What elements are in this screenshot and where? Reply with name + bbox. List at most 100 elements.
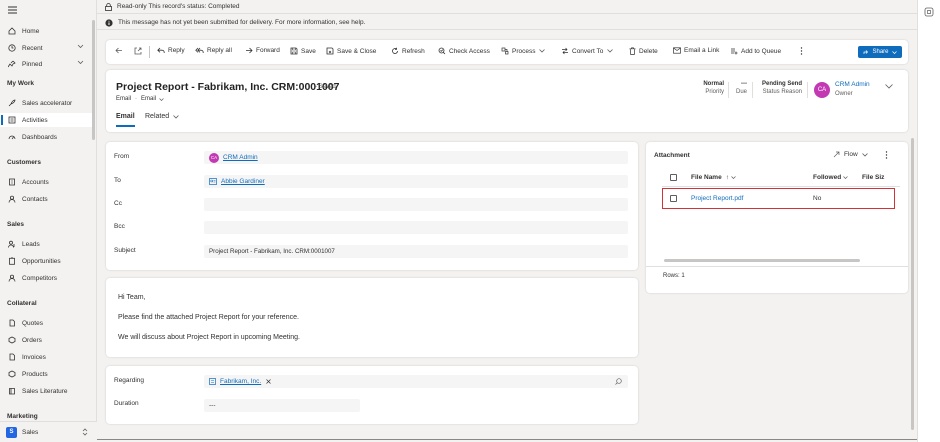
nav-group-title: My Work [7,80,34,87]
tab-email[interactable]: Email [116,113,135,127]
sidebar-item-activities[interactable]: Activities [0,113,92,127]
avatar: CA [814,82,830,98]
email-body-card[interactable]: Hi Team, Please find the attached Projec… [106,278,638,357]
chevron-down-icon [607,49,616,53]
sidebar-scrollbar[interactable] [92,20,95,140]
reply-button[interactable]: Reply [157,47,185,54]
info-banner: This message has not yet been submitted … [97,16,917,30]
separator [807,82,808,98]
home-icon [7,26,17,36]
refresh-button[interactable]: Refresh [391,47,425,55]
sidebar-item-competitors[interactable]: Competitors [0,271,92,285]
delete-label: Delete [639,47,658,55]
chevron-down-icon [731,176,736,179]
divider [646,266,908,267]
sidebar-item-invoices[interactable]: Invoices [0,350,92,364]
popout-icon [134,47,145,55]
duration-field[interactable]: --- [204,399,360,412]
column-header-file-name[interactable]: File Name ↑ [691,174,736,181]
delete-button[interactable]: Delete [629,47,658,55]
due-label: Due [735,89,747,95]
share-button[interactable]: Share [858,46,902,58]
save-close-button[interactable]: Save & Close [326,47,376,55]
reply-all-button[interactable]: Reply all [195,47,232,54]
back-button[interactable] [115,47,126,54]
sidebar-item-home[interactable]: Home [0,24,92,38]
building-icon [7,177,17,187]
email-link-label: Email a Link [684,47,720,54]
account-icon [209,378,216,385]
reply-all-icon [195,47,207,54]
body-line: We will discuss about Project Report in … [118,334,300,341]
nav-group-title: Customers [7,159,41,166]
hamburger-icon[interactable] [8,6,17,14]
regarding-link[interactable]: Fabrikam, Inc. [220,378,261,385]
priority-value: Normal [703,81,724,87]
header-expand-button[interactable] [885,84,893,89]
column-header-label: File Siz [862,174,885,181]
owner-label: Owner [835,91,853,97]
sidebar-item-orders[interactable]: Orders [0,333,92,347]
flow-icon [833,151,840,158]
sidebar-item-label: Recent [22,44,43,52]
sidebar-item-label: Products [22,370,48,378]
bcc-field[interactable] [204,221,628,234]
area-initial: S [6,426,17,438]
sidebar-item-opportunities[interactable]: Opportunities [0,254,92,268]
search-icon[interactable] [615,378,622,385]
from-field[interactable]: CA CRM Admin [204,151,628,164]
add-queue-button[interactable]: Add to Queue [730,47,781,55]
subject-field[interactable]: Project Report - Fabrikam, Inc. CRM:0001… [204,245,628,258]
column-header-file-size[interactable]: File Siz [862,174,884,181]
sidebar-item-recent[interactable]: Recent [0,41,92,55]
column-header-followed[interactable]: Followed [813,174,848,181]
refresh-label: Refresh [402,47,425,55]
convert-to-button[interactable]: Convert To [561,47,616,55]
check-access-button[interactable]: Check Access [438,47,490,55]
sidebar-item-label: Competitors [22,274,58,282]
process-icon [501,47,512,55]
forward-label: Forward [256,47,280,54]
status-field: Pending Send Status Reason [754,81,802,95]
copilot-icon[interactable] [924,7,934,17]
tab-related[interactable]: Related [145,113,179,120]
email-link-button[interactable]: Email a Link [673,47,719,54]
owner-link[interactable]: CRM Admin [835,81,870,88]
horizontal-scrollbar[interactable] [664,259,860,262]
attachment-title: Attachment [654,152,690,159]
clock-icon [7,43,17,53]
save-close-icon [326,47,337,55]
select-all-checkbox[interactable] [670,174,677,181]
sidebar-item-pinned[interactable]: Pinned [0,57,92,71]
popout-button[interactable] [134,47,145,55]
to-field[interactable]: Abbie Gardiner [204,175,628,188]
more-options-button[interactable] [885,151,888,159]
form-selector[interactable]: Email [141,96,164,102]
sidebar-item-products[interactable]: Products [0,367,92,381]
sidebar-item-dashboards[interactable]: Dashboards [0,130,92,144]
duration-value: --- [209,402,216,409]
remove-icon[interactable] [266,379,271,384]
divider [662,186,900,187]
email-fields-card: From CA CRM Admin To Abbie Gardiner Cc B… [106,142,638,270]
sidebar-item-sales-accelerator[interactable]: Sales accelerator [0,96,92,110]
more-commands-button[interactable] [800,47,806,55]
from-link[interactable]: CRM Admin [223,154,258,161]
sidebar-item-accounts[interactable]: Accounts [0,175,92,189]
process-button[interactable]: Process [501,47,548,55]
separator-dot: · [135,96,138,102]
area-switcher[interactable]: S Sales [0,421,97,442]
flow-button[interactable]: Flow [833,151,868,158]
sidebar-item-leads[interactable]: Leads [0,237,92,251]
dashboard-icon [7,132,17,142]
to-link[interactable]: Abbie Gardiner [221,178,265,185]
regarding-field[interactable]: Fabrikam, Inc. [204,375,628,388]
save-button[interactable]: Save [290,47,316,55]
main-scrollbar[interactable] [911,138,914,430]
sidebar-item-contacts[interactable]: Contacts [0,192,92,206]
sidebar-item-label: Home [22,27,40,35]
forward-button[interactable]: Forward [245,47,280,54]
cc-field[interactable] [204,198,628,211]
sidebar-item-sales-literature[interactable]: Sales Literature [0,384,92,398]
sidebar-item-quotes[interactable]: Quotes [0,316,92,330]
